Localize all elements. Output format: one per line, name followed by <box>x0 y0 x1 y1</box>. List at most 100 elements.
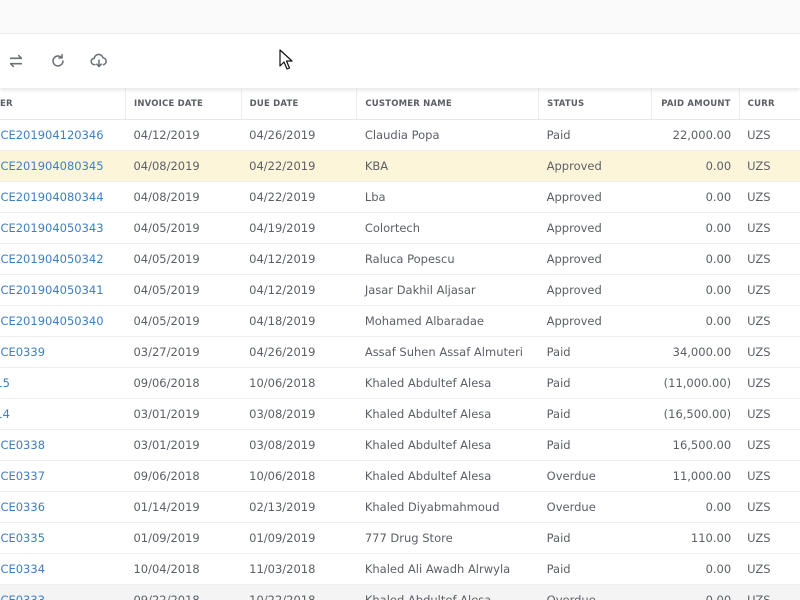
refresh-icon[interactable] <box>47 50 69 72</box>
invoice-number-link[interactable]: OICE0338 <box>0 429 126 461</box>
currency-cell: UZS <box>739 274 800 306</box>
invoice-number-link[interactable]: OICE0335 <box>0 522 126 554</box>
table-row[interactable]: OICE20190412034604/12/201904/26/2019Clau… <box>0 119 800 151</box>
customer-name-cell: Assaf Suhen Assaf Almuteri <box>356 336 539 368</box>
invoice-number-link[interactable]: OICE201904050342 <box>0 243 126 275</box>
invoice-date-cell: 04/12/2019 <box>125 119 242 151</box>
table-row[interactable]: OICE033501/09/201901/09/2019777 Drug Sto… <box>0 522 800 554</box>
due-date-cell: 10/06/2018 <box>241 367 357 399</box>
table-row[interactable]: OICE033803/01/201903/08/2019Khaled Abdul… <box>0 429 800 461</box>
paid-amount-cell: 110.00 <box>651 522 740 554</box>
currency-cell: UZS <box>739 150 800 182</box>
download-icon[interactable] <box>88 50 110 72</box>
currency-cell: UZS <box>739 584 800 600</box>
status-cell: Overdue <box>538 584 652 600</box>
status-cell: Paid <box>538 398 652 430</box>
customer-name-cell: Khaled Abdultef Alesa <box>356 367 539 399</box>
invoice-number-link[interactable]: OICE201904050340 <box>0 305 126 337</box>
paid-amount-cell: 16,500.00 <box>651 429 740 461</box>
currency-cell: UZS <box>739 522 800 554</box>
customer-name-cell: KBA <box>356 150 539 182</box>
status-cell: Paid <box>538 429 652 461</box>
status-cell: Approved <box>538 212 652 244</box>
paid-amount-cell: 0.00 <box>651 491 740 523</box>
table-row[interactable]: OICE033410/04/201811/03/2018Khaled Ali A… <box>0 553 800 585</box>
paid-amount-cell: 0.00 <box>651 181 740 213</box>
table-row[interactable]: OICE20190405034104/05/201904/12/2019Jasa… <box>0 274 800 306</box>
invoice-number-link[interactable]: 215 <box>0 367 126 399</box>
invoice-date-cell: 04/05/2019 <box>125 243 242 275</box>
status-cell: Paid <box>538 119 652 151</box>
table-row[interactable]: OICE033903/27/201904/26/2019Assaf Suhen … <box>0 336 800 368</box>
invoice-number-link[interactable]: OICE201904080344 <box>0 181 126 213</box>
table-row[interactable]: 21403/01/201903/08/2019Khaled Abdultef A… <box>0 398 800 430</box>
currency-cell: UZS <box>739 305 800 337</box>
currency-cell: UZS <box>739 119 800 151</box>
table-row[interactable]: 21509/06/201810/06/2018Khaled Abdultef A… <box>0 367 800 399</box>
column-header-status[interactable]: STATUS <box>538 89 652 120</box>
invoice-number-link[interactable]: OICE201904120346 <box>0 119 126 151</box>
due-date-cell: 04/22/2019 <box>241 150 357 182</box>
due-date-cell: 04/12/2019 <box>241 243 357 275</box>
currency-cell: UZS <box>739 398 800 430</box>
column-header-due-date[interactable]: DUE DATE <box>241 89 358 120</box>
invoice-number-link[interactable]: 214 <box>0 398 126 430</box>
paid-amount-cell: 0.00 <box>651 584 740 600</box>
due-date-cell: 03/08/2019 <box>241 429 357 461</box>
table-row[interactable]: OICE033601/14/201902/13/2019Khaled Diyab… <box>0 491 800 523</box>
due-date-cell: 10/06/2018 <box>241 460 357 492</box>
table-row[interactable]: OICE20190405034004/05/201904/18/2019Moha… <box>0 305 800 337</box>
table-row[interactable]: OICE20190408034404/08/201904/22/2019LbaA… <box>0 181 800 213</box>
customer-name-cell: Khaled Abdultef Alesa <box>356 429 539 461</box>
customer-name-cell: 777 Drug Store <box>356 522 539 554</box>
table-row[interactable]: OICE033309/22/201810/22/2018Khaled Abdul… <box>0 584 800 600</box>
currency-cell: UZS <box>739 181 800 213</box>
invoice-number-link[interactable]: OICE0334 <box>0 553 126 585</box>
invoice-number-link[interactable]: OICE201904050343 <box>0 212 126 244</box>
invoice-number-link[interactable]: OICE201904050341 <box>0 274 126 306</box>
due-date-cell: 04/26/2019 <box>241 119 357 151</box>
due-date-cell: 04/18/2019 <box>241 305 357 337</box>
due-date-cell: 01/09/2019 <box>241 522 357 554</box>
paid-amount-cell: (11,000.00) <box>651 367 740 399</box>
invoice-number-link[interactable]: OICE0337 <box>0 460 126 492</box>
due-date-cell: 02/13/2019 <box>241 491 357 523</box>
status-cell: Approved <box>538 150 652 182</box>
paid-amount-cell: 0.00 <box>651 150 740 182</box>
invoice-date-cell: 04/05/2019 <box>125 274 242 306</box>
due-date-cell: 04/26/2019 <box>241 336 357 368</box>
table-row[interactable]: OICE20190408034504/08/201904/22/2019KBAA… <box>0 150 800 182</box>
column-header-currency[interactable]: CURR <box>739 89 800 120</box>
currency-cell: UZS <box>739 367 800 399</box>
column-header-invoice-date[interactable]: INVOICE DATE <box>125 89 242 120</box>
invoice-number-link[interactable]: OICE201904080345 <box>0 150 126 182</box>
status-cell: Paid <box>538 367 652 399</box>
invoice-number-link[interactable]: OICE0336 <box>0 491 126 523</box>
swap-icon[interactable] <box>5 50 27 72</box>
status-cell: Paid <box>538 336 652 368</box>
customer-name-cell: Khaled Diyabmahmoud <box>356 491 539 523</box>
currency-cell: UZS <box>739 460 800 492</box>
table-row[interactable]: OICE20190405034204/05/201904/12/2019Ralu… <box>0 243 800 275</box>
invoice-table-container: ER INVOICE DATE DUE DATE CUSTOMER NAME S… <box>0 89 800 600</box>
status-cell: Paid <box>538 553 652 585</box>
invoice-number-link[interactable]: OICE0333 <box>0 584 126 600</box>
invoice-date-cell: 04/08/2019 <box>125 150 242 182</box>
status-cell: Overdue <box>538 460 652 492</box>
column-header-customer-name[interactable]: CUSTOMER NAME <box>356 89 540 120</box>
paid-amount-cell: 0.00 <box>651 274 740 306</box>
invoice-date-cell: 04/05/2019 <box>125 305 242 337</box>
mouse-cursor-icon <box>279 49 293 70</box>
due-date-cell: 04/19/2019 <box>241 212 357 244</box>
customer-name-cell: Mohamed Albaradae <box>356 305 539 337</box>
status-cell: Approved <box>538 274 652 306</box>
column-header-paid-amount[interactable]: PAID AMOUNT <box>651 89 740 120</box>
due-date-cell: 11/03/2018 <box>241 553 357 585</box>
table-row[interactable]: OICE033709/06/201810/06/2018Khaled Abdul… <box>0 460 800 492</box>
customer-name-cell: Lba <box>356 181 539 213</box>
customer-name-cell: Khaled Abdultef Alesa <box>356 460 539 492</box>
table-row[interactable]: OICE20190405034304/05/201904/19/2019Colo… <box>0 212 800 244</box>
invoice-number-link[interactable]: OICE0339 <box>0 336 126 368</box>
column-header-number[interactable]: ER <box>0 89 126 120</box>
currency-cell: UZS <box>739 243 800 275</box>
